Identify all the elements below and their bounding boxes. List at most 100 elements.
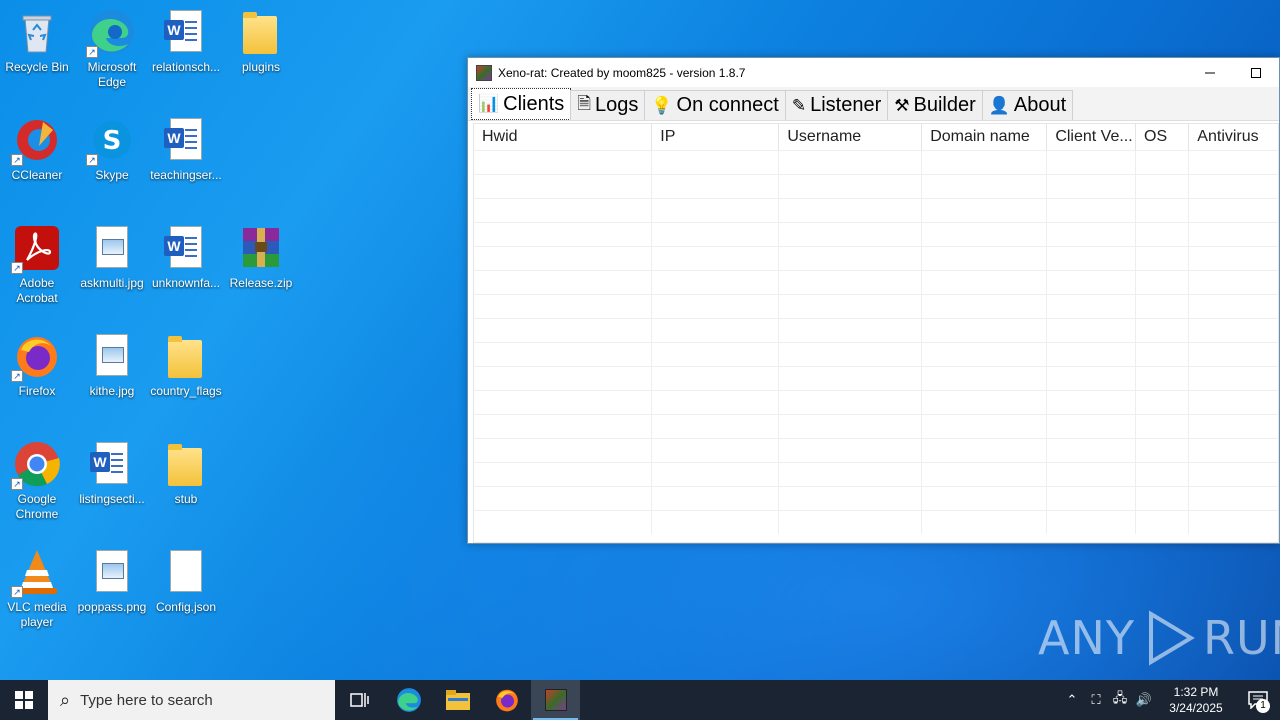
desktop-icon-config-json[interactable]: Config.json [148,548,224,615]
shortcut-arrow-icon: ↗ [86,46,98,58]
desktop-icon-vlc[interactable]: ↗ VLC media player [0,548,75,630]
clock[interactable]: 1:32 PM 3/24/2025 [1156,684,1236,716]
desktop-icon-adobe-acrobat[interactable]: ↗ Adobe Acrobat [0,224,75,306]
image-file-icon [88,548,136,596]
desktop-icon-skype[interactable]: S ↗ Skype [74,116,150,183]
table-cell [652,223,780,246]
table-cell [652,463,780,486]
skype-icon: S ↗ [86,116,136,166]
desktop-icon-recycle-bin[interactable]: Recycle Bin [0,8,75,75]
tab-on-connect[interactable]: 💡 On connect [644,90,786,120]
table-row[interactable] [474,438,1278,462]
table-row[interactable] [474,366,1278,390]
device-icon[interactable]: ⛶ [1084,693,1108,708]
desktop-icon-plugins[interactable]: plugins [223,8,299,75]
tools-icon: ⚒ [894,95,910,116]
table-cell [1136,271,1190,294]
title-bar[interactable]: Xeno-rat: Created by moom825 - version 1… [468,58,1279,87]
desktop-icon-teachingser[interactable]: W teachingser... [148,116,224,183]
desktop-icon-kithe[interactable]: kithe.jpg [74,332,150,399]
table-row[interactable] [474,414,1278,438]
column-header-ip[interactable]: IP [652,124,780,150]
maximize-icon [1251,67,1261,78]
table-cell [474,391,653,414]
taskbar-edge-button[interactable] [384,680,433,720]
maximize-button[interactable] [1233,58,1279,87]
table-cell [922,319,1048,342]
table-cell [1189,463,1278,486]
table-cell [1136,175,1190,198]
table-cell [652,199,780,222]
tab-builder[interactable]: ⚒ Builder [887,90,983,120]
tab-label: Builder [913,94,976,116]
taskbar-xeno-rat-button[interactable] [531,680,580,720]
desktop-icon-label: relationsch... [151,60,221,74]
word-document-icon: W [88,440,136,488]
taskbar-firefox-button[interactable] [482,680,531,720]
tab-clients[interactable]: 📊 Clients [471,88,572,120]
table-row[interactable] [474,270,1278,294]
tab-label: On connect [676,94,779,116]
table-cell [1136,151,1190,174]
column-header-domain-name[interactable]: Domain name [922,124,1048,150]
taskbar-file-explorer-button[interactable] [433,680,482,720]
table-row[interactable] [474,150,1278,174]
tab-logs[interactable]: 🗎 Logs [570,90,646,120]
desktop-icon-stub[interactable]: stub [148,440,224,507]
table-row[interactable] [474,318,1278,342]
desktop-icon-microsoft-edge[interactable]: ↗ Microsoft Edge [74,8,150,90]
minimize-button[interactable] [1187,58,1233,87]
start-button[interactable] [0,680,48,720]
desktop-icon-askmulti[interactable]: askmulti.jpg [74,224,150,291]
desktop-icon-firefox[interactable]: ↗ Firefox [0,332,75,399]
table-cell [474,151,653,174]
desktop-icon-label: Config.json [155,600,217,614]
column-header-client-version[interactable]: Client Ve... [1047,124,1137,150]
column-header-antivirus[interactable]: Antivirus [1189,124,1278,150]
person-icon: 👤 [988,95,1010,116]
desktop-icon-listingsecti[interactable]: W listingsecti... [74,440,150,507]
table-row[interactable] [474,390,1278,414]
table-cell [922,463,1048,486]
table-row[interactable] [474,510,1278,534]
task-view-button[interactable] [335,680,384,720]
desktop-icon-poppass[interactable]: poppass.png [74,548,150,615]
volume-icon[interactable]: 🔊 [1132,693,1156,708]
table-cell [652,295,780,318]
desktop-icon-label: Recycle Bin [5,60,69,74]
network-icon[interactable]: 🖧 [1108,689,1132,711]
desktop-icon-release-zip[interactable]: Release.zip [223,224,299,291]
desktop-icon-label: kithe.jpg [89,384,135,398]
system-tray: ⌃ ⛶ 🖧 🔊 1:32 PM 3/24/2025 1 [1060,680,1280,720]
action-center-button[interactable]: 1 [1236,680,1280,720]
desktop-icon-relationsch[interactable]: W relationsch... [148,8,224,75]
blank-file-icon [162,548,210,596]
tab-about[interactable]: 👤 About [981,90,1074,120]
desktop-icon-google-chrome[interactable]: ↗ Google Chrome [0,440,75,522]
table-row[interactable] [474,486,1278,510]
image-file-icon [88,332,136,380]
table-row[interactable] [474,342,1278,366]
column-header-hwid[interactable]: Hwid [474,124,653,150]
column-header-username[interactable]: Username [779,124,923,150]
desktop-icon-unknownfa[interactable]: W unknownfa... [148,224,224,291]
desktop-icon-country-flags[interactable]: country_flags [148,332,224,399]
clients-table[interactable]: Hwid IP Username Domain name Client Ve..… [473,123,1279,543]
tab-listener[interactable]: ✎ Listener [784,90,889,120]
table-row[interactable] [474,198,1278,222]
table-row[interactable] [474,294,1278,318]
file-explorer-icon [445,690,470,710]
notification-count-badge: 1 [1256,699,1270,713]
column-header-os[interactable]: OS [1136,124,1190,150]
table-cell [652,415,780,438]
table-cell [1136,415,1190,438]
desktop-icon-ccleaner[interactable]: ↗ CCleaner [0,116,75,183]
table-cell [922,247,1048,270]
table-row[interactable] [474,222,1278,246]
chevron-up-icon[interactable]: ⌃ [1060,693,1084,708]
table-row[interactable] [474,174,1278,198]
search-icon: ⌕ [60,689,71,710]
taskbar-search-box[interactable]: ⌕ Type here to search [48,680,335,720]
table-row[interactable] [474,462,1278,486]
table-row[interactable] [474,246,1278,270]
